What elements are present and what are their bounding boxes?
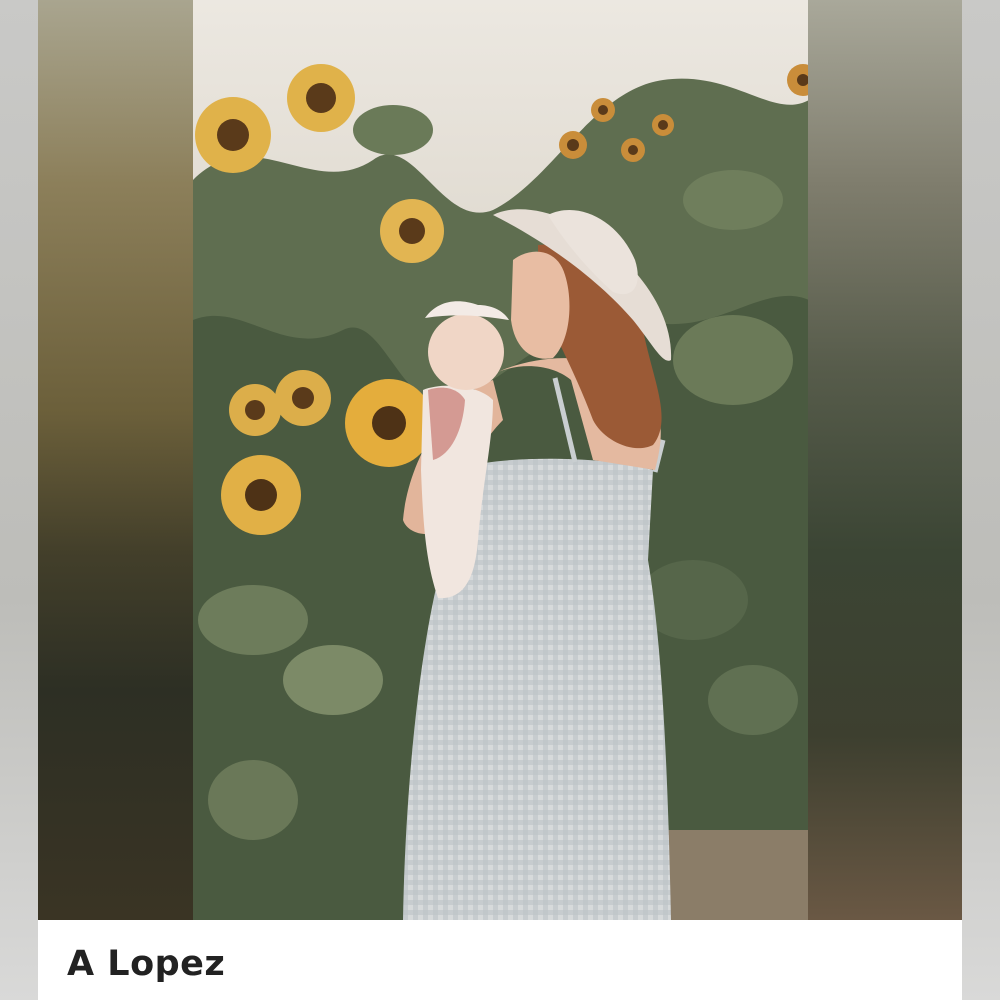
sunflower — [275, 370, 331, 426]
sunflower — [195, 97, 271, 173]
image-card: A Lopez — [38, 0, 962, 1000]
leaf — [353, 105, 433, 155]
photo-illustration — [193, 0, 809, 920]
leaf — [208, 760, 298, 840]
sunflower — [287, 64, 355, 132]
sunflower — [591, 98, 615, 122]
sunflower — [380, 199, 444, 263]
caption-bar: A Lopez — [38, 920, 962, 1000]
sunflower — [559, 131, 587, 159]
woman-face — [511, 251, 570, 359]
leaf — [683, 170, 783, 230]
sunflower — [345, 379, 433, 467]
photo[interactable] — [193, 0, 809, 920]
sunflower — [621, 138, 645, 162]
blurred-border-left — [38, 0, 194, 920]
leaf — [198, 585, 308, 655]
leaf — [283, 645, 383, 715]
sunflower — [652, 114, 674, 136]
leaf — [708, 665, 798, 735]
photo-area — [38, 0, 962, 920]
sunflower — [229, 384, 281, 436]
baby-head — [428, 314, 504, 390]
leaf — [673, 315, 793, 405]
sunflower — [221, 455, 301, 535]
caption-name: A Lopez — [67, 944, 226, 984]
blurred-border-right — [808, 0, 962, 920]
